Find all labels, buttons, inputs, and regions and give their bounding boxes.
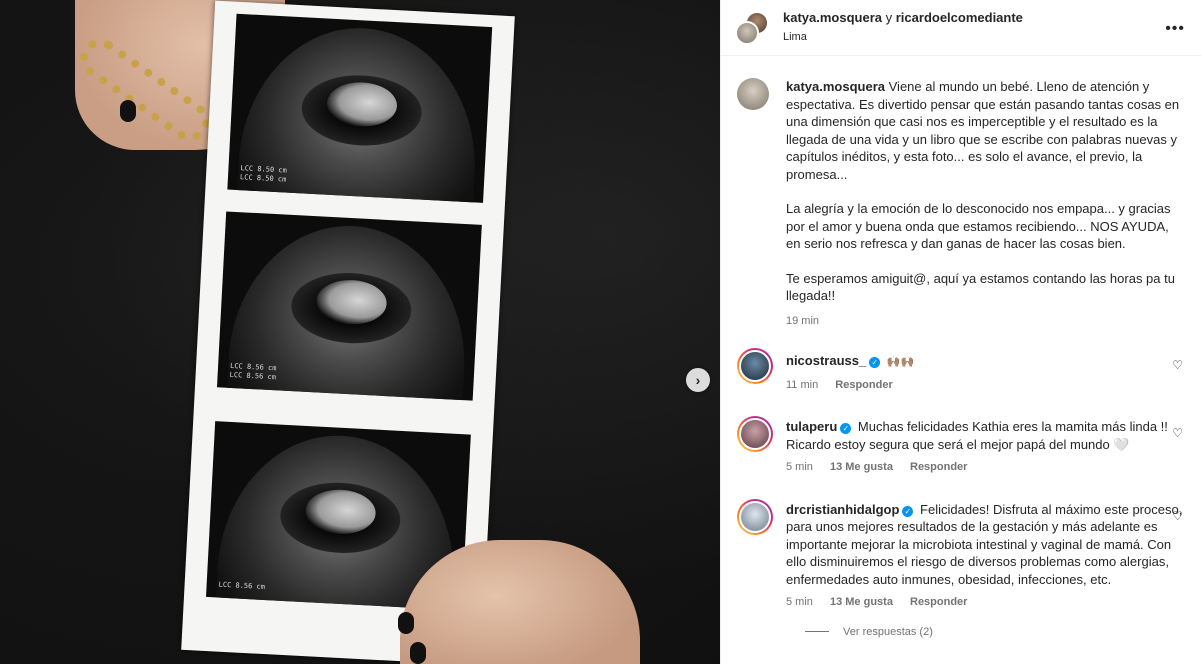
more-dots-icon[interactable]: ••• xyxy=(1165,20,1185,38)
ultrasound-frame: LCC 8.56 cm LCC 8.56 cm xyxy=(216,211,482,401)
nail xyxy=(120,100,136,122)
comment-timestamp: 5 min xyxy=(786,461,813,473)
comments-area: katya.mosquera Viene al mundo un bebé. L… xyxy=(721,56,1201,638)
comment-timestamp: 5 min xyxy=(786,596,813,608)
nail xyxy=(410,642,426,664)
comment-username[interactable]: tulaperu xyxy=(786,419,837,434)
caption-text: La alegría y la emoción de lo desconocid… xyxy=(786,201,1171,251)
likes-count[interactable]: 13 Me gusta xyxy=(830,596,893,608)
collab-avatars[interactable] xyxy=(735,10,769,45)
comment-text: 🙌🏽🙌🏽 xyxy=(886,355,915,368)
post-viewer: LCC 8.50 cm LCC 8.50 cm LCC 8.56 cm LCC … xyxy=(0,0,1201,664)
reply-button[interactable]: Responder xyxy=(835,379,892,391)
comment-timestamp: 11 min xyxy=(786,378,819,391)
divider xyxy=(805,631,829,632)
verified-badge-icon: ✓ xyxy=(840,423,852,434)
post-sidebar: katya.mosquera y ricardoelcomediante Lim… xyxy=(720,0,1201,664)
verified-badge-icon: ✓ xyxy=(902,505,914,517)
heart-outline-icon[interactable]: ♡ xyxy=(1172,509,1183,523)
view-replies-label: Ver respuestas (2) xyxy=(843,625,933,638)
next-media-button[interactable]: › xyxy=(686,368,710,392)
author-link-2[interactable]: ricardoelcomediante xyxy=(896,10,1023,25)
caption-username[interactable]: katya.mosquera xyxy=(786,79,885,94)
heart-outline-icon[interactable]: ♡ xyxy=(1172,426,1183,440)
comment: tulaperu ✓ Muchas felicidades Kathia eres… xyxy=(737,416,1185,477)
author-connector: y xyxy=(885,10,893,25)
frame-label: LCC 8.56 cm LCC 8.56 cm xyxy=(229,361,277,382)
chevron-right-icon: › xyxy=(695,372,701,388)
likes-count[interactable]: 13 Me gusta xyxy=(830,461,893,473)
comment: nicostrauss_ ✓ 🙌🏽🙌🏽 11 min Responder ♡ xyxy=(737,348,1185,394)
frame-label: LCC 8.50 cm LCC 8.50 cm xyxy=(239,164,287,184)
post-authors: katya.mosquera y ricardoelcomediante Lim… xyxy=(783,10,1023,45)
ultrasound-frame: LCC 8.50 cm LCC 8.50 cm xyxy=(227,13,493,203)
location-link[interactable]: Lima xyxy=(783,29,1023,45)
comment-username[interactable]: drcristianhidalgop xyxy=(786,502,899,517)
caption-text: Te esperamos amiguit@, aquí ya estamos c… xyxy=(786,270,1175,304)
author-link-1[interactable]: katya.mosquera xyxy=(783,10,882,25)
heart-outline-icon[interactable]: ♡ xyxy=(1172,358,1183,372)
comment-username[interactable]: nicostrauss_ xyxy=(786,353,866,368)
avatar xyxy=(735,20,759,45)
post-media[interactable]: LCC 8.50 cm LCC 8.50 cm LCC 8.56 cm LCC … xyxy=(0,0,720,664)
avatar[interactable] xyxy=(737,78,769,110)
reply-button[interactable]: Responder xyxy=(910,461,967,473)
caption: katya.mosquera Viene al mundo un bebé. L… xyxy=(737,78,1185,330)
verified-badge-icon: ✓ xyxy=(869,357,881,368)
reply-button[interactable]: Responder xyxy=(910,596,967,608)
avatar[interactable] xyxy=(737,416,773,452)
comment: drcristianhidalgop ✓ Felicidades! Disfrut… xyxy=(737,498,1185,612)
caption-text: Viene al mundo un bebé. Lleno de atenció… xyxy=(786,79,1180,182)
view-replies-button[interactable]: Ver respuestas (2) xyxy=(805,626,1185,638)
post-header: katya.mosquera y ricardoelcomediante Lim… xyxy=(721,0,1201,56)
nail xyxy=(398,612,414,634)
avatar[interactable] xyxy=(737,348,773,384)
caption-timestamp: 19 min xyxy=(786,314,820,327)
avatar[interactable] xyxy=(737,498,773,535)
